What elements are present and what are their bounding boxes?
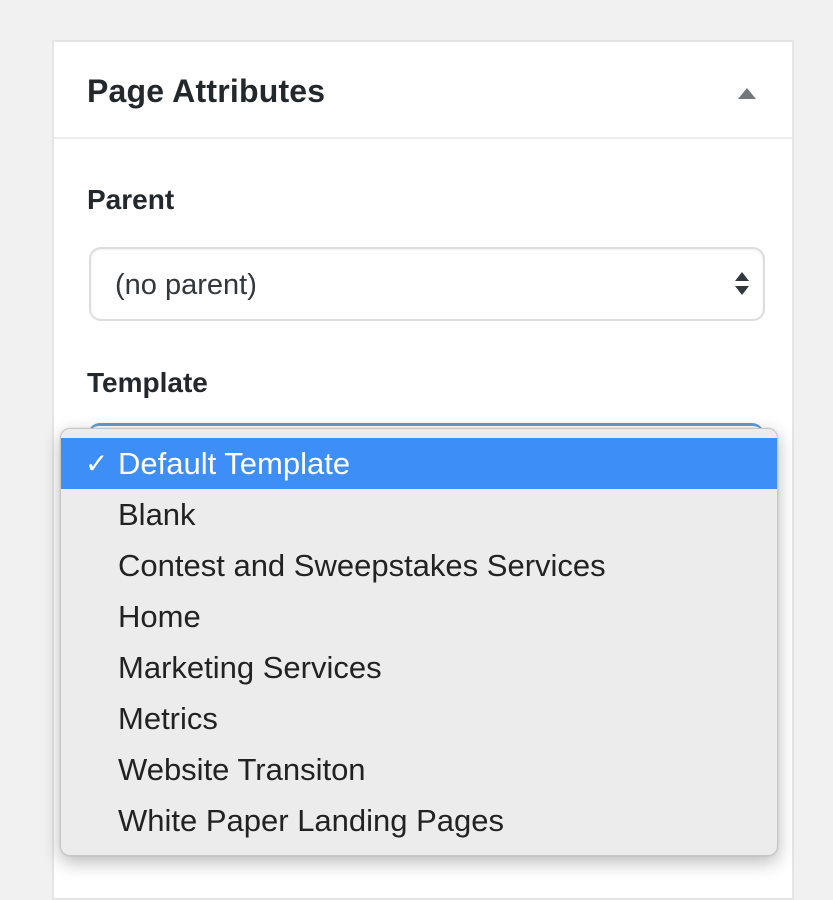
option-label: Metrics [118, 701, 218, 736]
option-label: Contest and Sweepstakes Services [118, 548, 606, 583]
template-option-contest-and-sweepstakes-services[interactable]: Contest and Sweepstakes Services [61, 540, 777, 591]
option-label: Marketing Services [118, 650, 382, 685]
option-label: Default Template [118, 446, 351, 481]
template-option-white-paper-landing-pages[interactable]: White Paper Landing Pages [61, 795, 777, 846]
option-label: Blank [118, 497, 196, 532]
select-arrows-icon [735, 269, 749, 301]
collapse-toggle-button[interactable] [734, 80, 760, 106]
option-label: Website Transiton [118, 752, 366, 787]
option-label: Home [118, 599, 201, 634]
parent-label: Parent [87, 184, 175, 215]
template-label: Template [87, 367, 208, 398]
template-option-marketing-services[interactable]: Marketing Services [61, 642, 777, 693]
parent-select[interactable]: (no parent) [89, 247, 765, 321]
template-option-metrics[interactable]: Metrics [61, 693, 777, 744]
template-option-website-transiton[interactable]: Website Transiton [61, 744, 777, 795]
template-option-blank[interactable]: Blank [61, 489, 777, 540]
template-option-default-template[interactable]: ✓ Default Template [61, 438, 777, 489]
option-label: White Paper Landing Pages [118, 803, 505, 838]
parent-select-value: (no parent) [115, 269, 257, 301]
panel-title: Page Attributes [87, 73, 326, 109]
triangle-up-icon [738, 87, 756, 99]
checkmark-icon: ✓ [85, 448, 109, 479]
template-option-home[interactable]: Home [61, 591, 777, 642]
template-dropdown-menu: ✓ Default Template Blank Contest and Swe… [60, 428, 778, 856]
panel-header: Page Attributes [54, 42, 792, 139]
